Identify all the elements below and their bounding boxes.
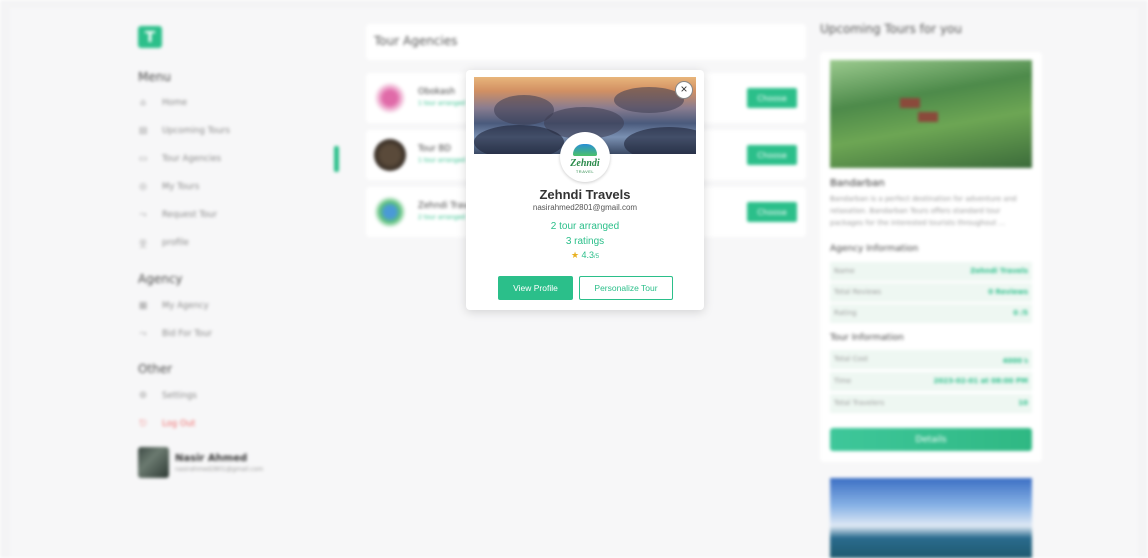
logo-text: Zehndi [570, 158, 600, 169]
tour-info-title: Tour Information [830, 333, 904, 343]
menu-section-title: Menu [138, 70, 171, 84]
sidebar-item-bid-for-tour[interactable]: ⤳ Bid For Tour [138, 326, 212, 342]
agency-name: Tour BD [418, 144, 451, 154]
upcoming-tours-title: Upcoming Tours for you [820, 22, 963, 36]
list-icon: ▭ [138, 154, 148, 164]
route-icon: ⤳ [139, 329, 147, 339]
rating-value: ★ 4.3/5 [466, 250, 704, 261]
info-row-reviews: Total Reviews 0 Reviews [830, 283, 1032, 302]
details-button[interactable]: Details [830, 428, 1032, 451]
agency-name: Zehndi Travels [539, 187, 631, 202]
sidebar-item-label: Log Out [162, 419, 196, 429]
sidebar-item-request-tour[interactable]: ⤳ Request Tour [138, 207, 217, 223]
info-row-cost: Total Cost 4000 ৳ [830, 350, 1032, 369]
sidebar-item-label: Home [162, 98, 188, 108]
sidebar-item-upcoming-tours[interactable]: ▤ Upcoming Tours [138, 123, 230, 139]
calendar-icon: ▤ [138, 126, 148, 136]
sidebar-item-label: My Tours [162, 182, 200, 192]
compass-icon: ◎ [139, 182, 147, 192]
sidebar-item-my-tours[interactable]: ◎ My Tours [138, 179, 199, 195]
other-section-title: Other [138, 362, 173, 376]
house-shape [918, 112, 938, 122]
agency-logo: Zehndi TRAVEL [560, 132, 610, 182]
active-nav-indicator [334, 146, 339, 172]
sidebar-item-label: Upcoming Tours [162, 126, 230, 136]
rating-number: 4.3 [581, 250, 595, 260]
agency-tours: 1 tour arranged [418, 100, 466, 107]
logo-subtext: TRAVEL [575, 169, 595, 174]
building-icon: ▦ [138, 301, 148, 311]
sidebar-item-label: Bid For Tour [162, 329, 213, 339]
sidebar-item-tour-agencies[interactable]: ▭ Tour Agencies [138, 151, 221, 167]
agency-section-title: Agency [138, 272, 183, 286]
personalize-tour-button[interactable]: Personalize Tour [579, 276, 673, 300]
choose-button[interactable]: Choose [747, 145, 797, 165]
rating-scale: /5 [594, 254, 600, 260]
sidebar-item-label: My Agency [162, 301, 209, 311]
logo-emblem [573, 144, 597, 156]
user-profile[interactable]: Nasir Ahmed nasirahmed2801@gmail.com [138, 447, 263, 478]
agency-email: nasirahmed2801@gmail.com [532, 203, 638, 212]
sidebar-item-home[interactable]: ⌂ Home [138, 95, 187, 111]
user-icon: 웃 [138, 239, 148, 250]
info-row-name: Name Zehndi Travels [830, 262, 1032, 281]
user-name: Nasir Ahmed [175, 452, 248, 464]
route-icon: ⤳ [139, 210, 147, 220]
choose-button[interactable]: Choose [747, 202, 797, 222]
user-email: nasirahmed2801@gmail.com [175, 465, 264, 473]
tour-card[interactable]: Bandarban Bandarban is a perfect destina… [820, 52, 1042, 462]
sidebar-item-label: Request Tour [162, 210, 218, 220]
tour-description: Bandarban is a perfect destination for a… [830, 195, 1017, 227]
sidebar-item-label: Tour Agencies [162, 154, 222, 164]
info-row-time: Time 2023-02-01 at 08:00 PM [830, 372, 1032, 391]
house-shape [900, 98, 920, 108]
agency-logo [374, 139, 406, 171]
sidebar-item-logout[interactable]: ⎋ Log Out [138, 416, 195, 432]
view-profile-button[interactable]: View Profile [498, 276, 573, 300]
agency-logo [374, 196, 406, 228]
agencies-title: Tour Agencies [374, 34, 458, 48]
agency-tours: 2 tour arranged [418, 214, 466, 221]
star-icon: ★ [570, 250, 580, 260]
sidebar-item-my-agency[interactable]: ▦ My Agency [138, 298, 209, 314]
avatar [138, 447, 169, 478]
sidebar-item-label: Settings [162, 391, 197, 401]
app-logo[interactable]: T [138, 26, 162, 48]
sidebar-item-label: profile [162, 238, 189, 248]
tours-arranged: 2 tour arranged [550, 221, 620, 232]
home-icon: ⌂ [140, 98, 146, 108]
sidebar-item-profile[interactable]: 웃 profile [138, 235, 189, 251]
info-row-rating: Rating 0 /5 [830, 304, 1032, 323]
choose-button[interactable]: Choose [747, 88, 797, 108]
tour-name: Bandarban [830, 178, 885, 189]
logout-icon: ⎋ [139, 419, 147, 429]
close-icon[interactable]: × [675, 81, 693, 99]
agency-profile-modal: × Zehndi TRAVEL Zehndi Travels nasirahme… [466, 70, 704, 310]
tour-image [830, 478, 1032, 558]
agency-info-title: Agency Information [830, 244, 919, 254]
agency-name: Obokash [418, 87, 456, 97]
agency-tours: 1 tour arranged [418, 157, 466, 164]
ratings-count: 3 ratings [565, 236, 605, 247]
sidebar-item-settings[interactable]: ⚙ Settings [138, 388, 197, 404]
tour-image [830, 60, 1032, 168]
agency-logo [374, 82, 406, 114]
agencies-header: Tour Agencies [366, 24, 806, 60]
info-row-travelers: Total Travelers 10 [830, 394, 1032, 413]
gear-icon: ⚙ [138, 391, 148, 401]
